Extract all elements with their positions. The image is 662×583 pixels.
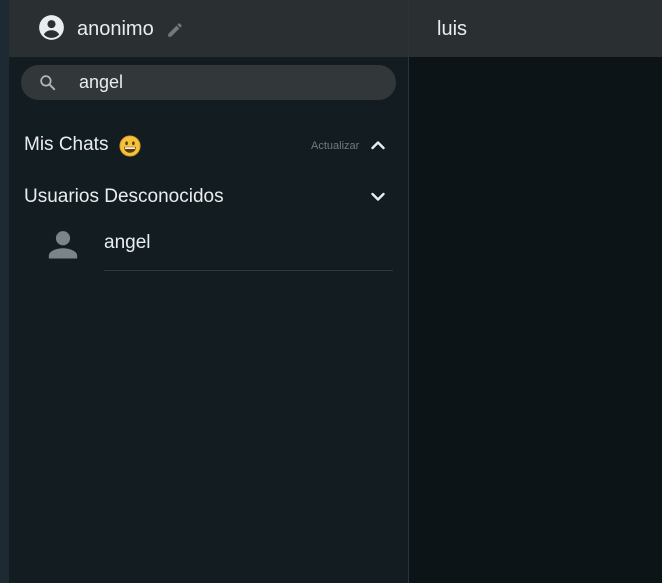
unknown-users-title: Usuarios Desconocidos [24,186,224,207]
sidebar-header: anonimo [9,0,408,57]
grinning-face-icon [119,135,141,157]
window-edge [0,0,9,583]
user-name: angel [104,232,151,253]
sidebar: anonimo Mis Chats Actualizar Usuarios De… [9,0,408,583]
search-box [21,65,396,100]
chevron-down-icon[interactable] [370,189,386,205]
my-chats-title: Mis Chats [24,134,109,155]
row-divider [104,270,393,271]
profile-username: anonimo [77,18,154,40]
chat-panel: luis [409,0,662,583]
person-icon [48,231,78,259]
pencil-icon[interactable] [166,21,184,39]
search-input[interactable] [79,70,379,95]
chat-header[interactable]: luis [409,0,662,57]
account-circle-icon[interactable] [38,14,65,41]
search-icon [40,75,56,91]
refresh-link[interactable]: Actualizar [311,139,359,153]
chat-title: luis [437,18,468,40]
app-window: anonimo Mis Chats Actualizar Usuarios De… [0,0,662,583]
chevron-up-icon[interactable] [370,137,386,153]
list-item[interactable]: angel [9,218,408,272]
